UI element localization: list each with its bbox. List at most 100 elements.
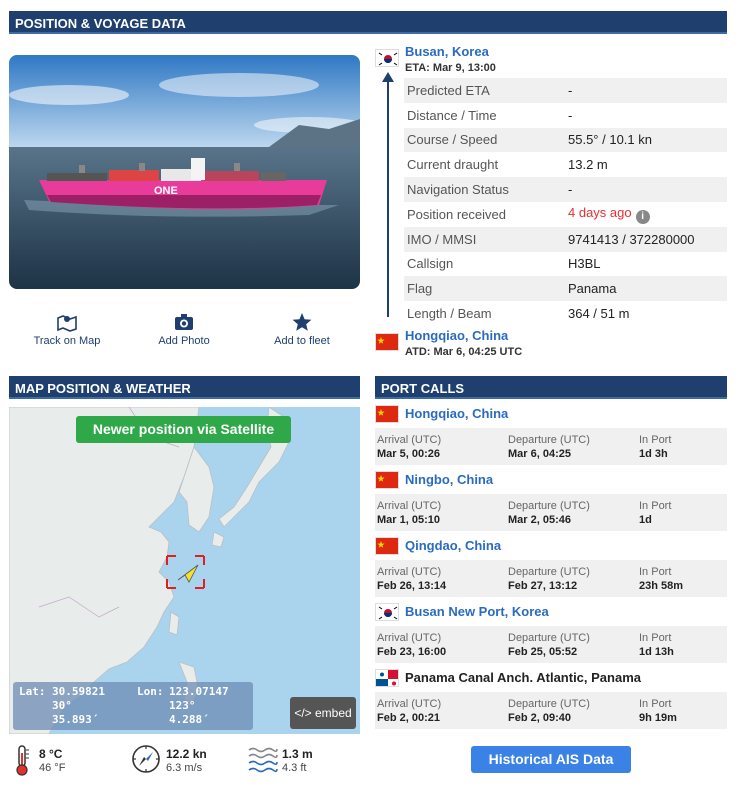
lon-minutes: 4.288´ bbox=[169, 713, 209, 726]
coordinates-panel: Lat: 30.59821 30° 35.893´ Lon: 123.07147… bbox=[13, 682, 253, 730]
port-call-link[interactable]: Ningbo, China bbox=[405, 472, 493, 487]
destination-port-link[interactable]: Busan, Korea bbox=[405, 44, 489, 59]
add-photo-label: Add Photo bbox=[158, 335, 210, 347]
info-row: Flag Panama bbox=[404, 276, 727, 302]
waves-icon bbox=[248, 744, 278, 777]
wave-height-m: 1.3 m bbox=[282, 747, 313, 761]
info-value: - bbox=[565, 103, 727, 128]
info-value: - bbox=[565, 78, 727, 103]
info-value: 364 / 51 m bbox=[565, 301, 727, 326]
port-call-header: Qingdao, China bbox=[375, 537, 727, 558]
arrival-value: Feb 26, 13:14 bbox=[377, 580, 447, 592]
info-row: Course / Speed 55.5° / 10.1 kn bbox=[404, 127, 727, 153]
info-value-text: 13.2 m bbox=[568, 157, 608, 173]
in-port-value: 23h 58m bbox=[639, 580, 684, 592]
weather-wind: 12.2 kn 6.3 m/s bbox=[131, 744, 231, 778]
track-on-map-label: Track on Map bbox=[33, 335, 101, 347]
port-call-row: Arrival (UTC) Feb 26, 13:14 Departure (UTC… bbox=[375, 560, 727, 597]
section-header-position: POSITION & VOYAGE DATA bbox=[9, 11, 727, 34]
panama-flag-icon bbox=[375, 669, 399, 687]
info-value-text: - bbox=[568, 82, 573, 98]
info-value: 55.5° / 10.1 kn bbox=[565, 127, 727, 153]
china-flag-icon bbox=[375, 537, 399, 555]
info-value-text: 9741413 / 372280000 bbox=[568, 231, 695, 247]
lon-degrees: 123° bbox=[169, 699, 196, 712]
in-port-value: 9h 19m bbox=[639, 712, 677, 724]
korea-flag-icon bbox=[375, 603, 399, 621]
info-key: Predicted ETA bbox=[404, 78, 565, 103]
departure-label: Departure (UTC) bbox=[508, 566, 590, 578]
ship-photo[interactable]: ONE bbox=[9, 55, 360, 289]
departure-value: Feb 27, 13:12 bbox=[508, 580, 578, 592]
in-port-value: 1d 3h bbox=[639, 448, 668, 460]
in-port-label: In Port bbox=[639, 632, 672, 644]
info-key: Current draught bbox=[407, 157, 499, 173]
destination-eta: ETA: Mar 9, 13:00 bbox=[405, 62, 496, 74]
departure-label: Departure (UTC) bbox=[508, 632, 590, 644]
wind-speed-kn: 12.2 kn bbox=[166, 747, 207, 761]
in-port-label: In Port bbox=[639, 698, 672, 710]
info-value: 9741413 / 372280000 bbox=[565, 226, 727, 252]
departure-value: Mar 6, 04:25 bbox=[508, 448, 571, 460]
star-icon bbox=[247, 312, 357, 332]
departure-value: Feb 2, 09:40 bbox=[508, 712, 571, 724]
port-call-link[interactable]: Qingdao, China bbox=[405, 538, 501, 553]
in-port-label: In Port bbox=[639, 500, 672, 512]
port-call-link[interactable]: Busan New Port, Korea bbox=[405, 604, 549, 619]
weather-waves: 1.3 m 4.3 ft bbox=[248, 744, 348, 778]
port-call-link[interactable]: Panama Canal Anch. Atlantic, Panama bbox=[405, 670, 641, 685]
lon-decimal: 123.07147 bbox=[169, 685, 229, 698]
arrival-value: Mar 5, 00:26 bbox=[377, 448, 440, 460]
info-row: Current draught 13.2 m bbox=[404, 152, 727, 177]
hull-lettering: ONE bbox=[154, 185, 178, 197]
info-value-text: - bbox=[568, 107, 573, 123]
korea-flag-icon bbox=[375, 49, 399, 67]
in-port-label: In Port bbox=[639, 434, 672, 446]
arrival-value: Mar 1, 05:10 bbox=[377, 514, 440, 526]
departure-label: Departure (UTC) bbox=[508, 698, 590, 710]
departure-label: Departure (UTC) bbox=[508, 500, 590, 512]
vessel-map[interactable]: Newer position via Satellite Lat: 30.598… bbox=[9, 407, 360, 734]
lat-label: Lat: bbox=[19, 685, 46, 698]
port-call-link[interactable]: Hongqiao, China bbox=[405, 406, 508, 421]
add-to-fleet-button[interactable]: Add to fleet bbox=[247, 312, 357, 347]
info-value: H3BL bbox=[565, 252, 727, 277]
port-call-header: Busan New Port, Korea bbox=[375, 603, 727, 624]
arrival-value: Feb 23, 16:00 bbox=[377, 646, 447, 658]
port-call-header: Panama Canal Anch. Atlantic, Panama bbox=[375, 669, 727, 690]
info-value-text: H3BL bbox=[568, 256, 601, 272]
lat-degrees: 30° bbox=[52, 699, 72, 712]
arrival-label: Arrival (UTC) bbox=[377, 698, 442, 710]
info-key: Navigation Status bbox=[404, 177, 565, 202]
china-flag-icon bbox=[375, 471, 399, 489]
departure-value: Mar 2, 05:46 bbox=[508, 514, 571, 526]
info-key: Length / Beam bbox=[407, 306, 492, 322]
historical-ais-button[interactable]: Historical AIS Data bbox=[471, 746, 631, 773]
info-key: Position received bbox=[407, 206, 506, 222]
arrival-value: Feb 2, 00:21 bbox=[377, 712, 440, 724]
arrival-label: Arrival (UTC) bbox=[377, 500, 442, 512]
add-to-fleet-label: Add to fleet bbox=[274, 335, 330, 347]
temperature-c: 8 °C bbox=[39, 747, 63, 761]
satellite-position-button[interactable]: Newer position via Satellite bbox=[76, 416, 291, 443]
in-port-label: In Port bbox=[639, 566, 672, 578]
info-row: IMO / MMSI 9741413 / 372280000 bbox=[404, 226, 727, 252]
arrival-label: Arrival (UTC) bbox=[377, 566, 442, 578]
wind-compass-icon bbox=[131, 744, 161, 777]
info-value-text: 55.5° / 10.1 kn bbox=[568, 132, 652, 148]
port-call-row: Arrival (UTC) Feb 2, 00:21 Departure (UTC)… bbox=[375, 692, 727, 729]
weather-temperature: 8 °C 46 °F bbox=[14, 744, 114, 778]
port-call-header: Hongqiao, China bbox=[375, 405, 727, 426]
section-header-map: MAP POSITION & WEATHER bbox=[9, 376, 360, 399]
info-key: Course / Speed bbox=[404, 127, 565, 153]
info-value-text: 364 / 51 m bbox=[568, 306, 630, 322]
china-flag-icon bbox=[375, 333, 399, 351]
track-on-map-button[interactable]: Track on Map bbox=[12, 312, 122, 347]
info-icon[interactable]: i bbox=[635, 209, 650, 224]
embed-button[interactable]: </> embed bbox=[290, 697, 356, 729]
add-photo-button[interactable]: Add Photo bbox=[129, 312, 239, 347]
wind-speed-ms: 6.3 m/s bbox=[166, 762, 203, 774]
origin-port-link[interactable]: Hongqiao, China bbox=[405, 328, 508, 343]
voyage-line bbox=[387, 78, 389, 317]
info-value: 4 days ago i bbox=[565, 202, 727, 227]
